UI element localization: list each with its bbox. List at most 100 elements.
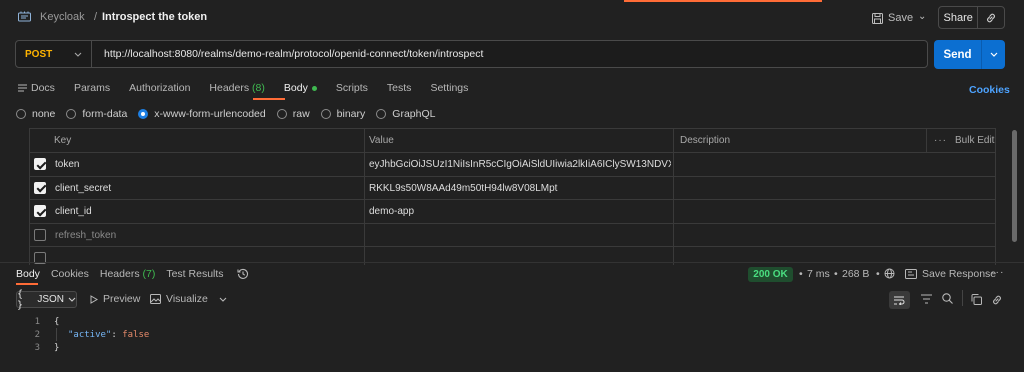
radio-x-www-form-urlencoded[interactable]	[138, 109, 149, 119]
param-description[interactable]	[680, 153, 920, 176]
tab-authorization[interactable]: Authorization	[129, 82, 190, 94]
response-tab-body[interactable]: Body	[16, 268, 40, 280]
radio-raw[interactable]	[276, 109, 287, 119]
save-label: Save	[888, 12, 914, 24]
more-options-icon[interactable]: ···	[991, 266, 1005, 278]
tab-headers[interactable]: Headers (8)	[209, 82, 264, 94]
tab-params[interactable]: Params	[74, 82, 110, 94]
param-value[interactable]	[369, 224, 671, 247]
tab-settings[interactable]: Settings	[430, 82, 468, 94]
line-number: 3	[34, 343, 40, 353]
bulk-edit-button[interactable]: ··· Bulk Edit	[934, 129, 994, 152]
copy-icon[interactable]	[971, 294, 982, 305]
row-checkbox[interactable]	[34, 158, 46, 170]
save-dropdown-chevron-icon[interactable]: ⌄	[918, 11, 926, 22]
radio-none[interactable]	[16, 109, 26, 119]
param-key[interactable]: refresh_token	[55, 224, 360, 247]
params-table: Key Value Description ··· Bulk Edit toke…	[29, 128, 996, 265]
response-tab-test-results[interactable]: Test Results	[166, 268, 223, 280]
json-value: false	[122, 330, 150, 340]
json-brace: {	[54, 317, 60, 327]
table-row: client_id demo-app	[30, 199, 995, 223]
breadcrumb-collection[interactable]: Keycloak	[40, 11, 85, 23]
search-icon[interactable]	[942, 293, 953, 304]
tab-headers-count: (8)	[252, 82, 265, 94]
request-title[interactable]: Introspect the token	[102, 11, 207, 23]
code-line: 1{	[26, 316, 149, 329]
param-key[interactable]: token	[55, 153, 360, 176]
breadcrumb-separator: /	[94, 11, 98, 23]
response-time[interactable]: 7 ms	[807, 268, 830, 280]
save-response-button[interactable]: Save Response	[905, 268, 996, 280]
save-button[interactable]: Save	[872, 9, 913, 27]
send-options-button[interactable]	[982, 40, 1005, 69]
response-tab-headers-label: Headers	[99, 268, 140, 280]
send-group: Send	[934, 40, 1005, 69]
radio-x-www-form-urlencoded-label: x-www-form-urlencoded	[154, 108, 266, 120]
status-badge[interactable]: 200 OK	[748, 267, 793, 282]
response-tab-cookies[interactable]: Cookies	[51, 268, 89, 280]
visualize-button[interactable]: Visualize	[150, 293, 227, 305]
url-input[interactable]: http://localhost:8080/realms/demo-realm/…	[92, 48, 483, 60]
row-checkbox[interactable]	[34, 181, 46, 194]
active-tab-indicator	[624, 0, 822, 2]
radio-binary[interactable]	[320, 109, 331, 119]
param-value[interactable]: demo-app	[369, 200, 671, 223]
radio-raw-label: raw	[292, 108, 310, 120]
tab-body-label: Body	[283, 82, 308, 94]
row-checkbox[interactable]	[34, 228, 46, 241]
param-value[interactable]: RKKL9s50W8AAd49m50tH94lw8V08LMpt	[369, 177, 671, 200]
body-type-selector: none form-data x-www-form-urlencoded raw…	[16, 107, 446, 121]
row-checkbox[interactable]	[34, 205, 46, 217]
tab-tests[interactable]: Tests	[387, 82, 412, 94]
share-button[interactable]: Share	[939, 7, 979, 28]
globe-icon[interactable]	[884, 268, 895, 279]
param-key[interactable]: client_secret	[55, 177, 360, 200]
radio-graphql[interactable]	[376, 109, 387, 119]
tab-docs[interactable]: Docs	[18, 82, 55, 94]
param-description[interactable]	[680, 177, 920, 200]
preview-button[interactable]: Preview	[90, 293, 140, 305]
method-label: POST	[25, 48, 53, 60]
response-format-select[interactable]: { } JSON	[16, 289, 77, 311]
bullet-separator: •	[876, 268, 880, 280]
filter-icon[interactable]	[921, 294, 932, 304]
wrap-lines-button[interactable]	[889, 291, 910, 309]
chevron-down-icon	[74, 52, 82, 57]
collection-icon	[18, 11, 31, 23]
tab-docs-label: Docs	[31, 82, 55, 94]
tab-scripts[interactable]: Scripts	[336, 82, 368, 94]
response-tabs: Body Cookies Headers (7) Test Results	[16, 268, 249, 280]
param-description[interactable]	[680, 224, 920, 247]
history-icon[interactable]	[236, 268, 249, 280]
response-body-viewer[interactable]: 1{ 2 "active": false 3}	[26, 316, 150, 355]
share-label: Share	[943, 11, 973, 24]
share-group: Share	[938, 6, 1005, 29]
method-select[interactable]: POST	[16, 41, 92, 67]
table-row: refresh_token	[30, 222, 995, 247]
code-line: 3}	[26, 342, 149, 355]
tab-body[interactable]: Body	[284, 82, 317, 94]
radio-form-data-label: form-data	[82, 108, 128, 120]
image-icon	[150, 294, 161, 304]
link-icon[interactable]	[991, 294, 1003, 306]
copy-link-button[interactable]	[978, 7, 1004, 28]
panel-splitter[interactable]	[0, 262, 1024, 263]
wrap-icon	[894, 296, 905, 305]
table-row: token eyJhbGciOiJSUzI1NiIsInR5cCIgOiAiSl…	[30, 152, 995, 176]
cookies-link[interactable]: Cookies	[969, 84, 1010, 96]
column-header-description: Description	[680, 135, 731, 146]
line-number: 2	[34, 330, 40, 340]
response-tab-headers[interactable]: Headers (7)	[100, 268, 155, 280]
radio-form-data[interactable]	[66, 109, 77, 119]
param-value[interactable]: eyJhbGciOiJSUzI1NiIsInR5cCIgOiAiSldUIiwi…	[369, 153, 671, 176]
response-size[interactable]: 268 B	[842, 268, 869, 280]
param-key[interactable]: client_id	[55, 200, 360, 223]
radio-binary-label: binary	[336, 108, 366, 120]
chevron-down-icon	[68, 297, 76, 302]
send-button[interactable]: Send	[934, 40, 982, 69]
param-description[interactable]	[680, 200, 920, 223]
body-tab-underline	[253, 98, 285, 100]
params-scrollbar[interactable]	[1012, 130, 1017, 242]
response-format-label: JSON	[37, 294, 64, 305]
